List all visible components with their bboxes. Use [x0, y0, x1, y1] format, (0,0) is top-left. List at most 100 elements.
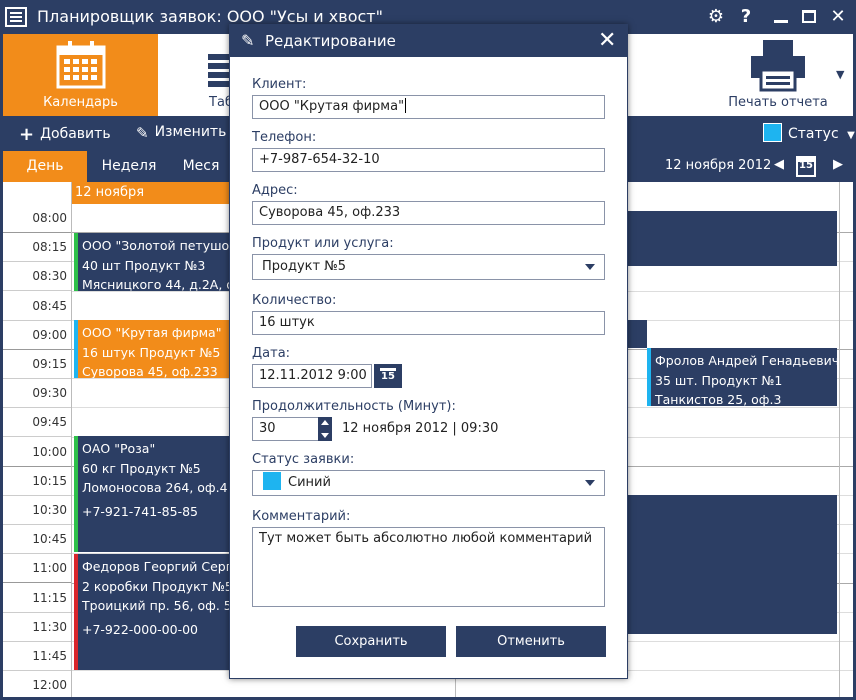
minimize-icon[interactable] — [769, 5, 793, 29]
close-icon[interactable]: ✕ — [598, 28, 616, 53]
time-slot-label: 09:30 — [3, 379, 71, 409]
ribbon-calendar-button[interactable]: Календарь — [3, 34, 158, 116]
date-field[interactable]: 12.11.2012 9:00 — [252, 364, 372, 388]
appointment-accent-bar — [74, 233, 78, 291]
time-slot-label: 08:15 — [3, 233, 71, 263]
appointment-block[interactable] — [627, 211, 837, 266]
appointment-line: +7-922-000-00-00 — [82, 621, 198, 637]
quantity-label: Количество: — [252, 293, 337, 308]
appointment-card[interactable]: Фролов Андрей Генадьевич 35 шт. Продукт … — [647, 348, 837, 406]
quantity-field[interactable]: 16 штук — [252, 311, 605, 335]
add-button[interactable]: + Добавить — [19, 124, 111, 145]
appointment-card[interactable]: Федоров Георгий Сергее 2 коробки Продукт… — [74, 554, 232, 670]
client-label: Клиент: — [252, 77, 307, 92]
appointment-line: ОАО "Роза" — [82, 441, 156, 456]
column-divider — [839, 182, 840, 697]
duration-stepper[interactable] — [318, 417, 332, 441]
time-slot-label: 08:45 — [3, 292, 71, 321]
appointment-card[interactable]: ОАО "Роза" 60 кг Продукт №5 Ломоносова 2… — [74, 436, 232, 552]
tab-month[interactable]: Меся — [171, 151, 231, 182]
appointment-line: 16 штук Продукт №5 — [82, 344, 221, 360]
appointment-line: Мясницкого 44, д.2А, оф — [82, 277, 232, 291]
maximize-icon[interactable] — [797, 5, 821, 29]
time-slot-label: 08:30 — [3, 262, 71, 292]
time-slot-label: 12:00 — [3, 671, 71, 697]
appointment-line: ООО "Золотой петушок" — [82, 238, 232, 253]
appointment-line: 60 кг Продукт №5 — [82, 460, 201, 476]
product-label: Продукт или услуга: — [252, 236, 394, 251]
tab-day[interactable]: День — [3, 151, 87, 182]
time-slot-label: 09:15 — [3, 350, 71, 379]
time-slot-label: 08:00 — [3, 204, 71, 233]
client-field[interactable]: ООО "Крутая фирма" — [252, 95, 605, 119]
text-caret — [405, 98, 407, 113]
appointment-line: 40 шт Продукт №3 — [82, 257, 206, 273]
appointment-line: Ломоносова 264, оф.4 — [82, 480, 228, 495]
ribbon-calendar-label: Календарь — [43, 95, 118, 110]
calendar-icon — [56, 41, 106, 89]
duration-summary: 12 ноября 2012 | 09:30 — [342, 421, 499, 436]
date-picker-icon[interactable]: 15 — [796, 156, 816, 177]
chevron-down-icon: ▼ — [847, 130, 855, 141]
status-select[interactable]: Синий — [252, 470, 605, 496]
product-select[interactable]: Продукт №5 — [252, 254, 605, 280]
status-value: Синий — [288, 475, 331, 490]
appointment-line: Суворова 45, оф.233 — [82, 364, 218, 378]
chevron-down-icon — [585, 264, 595, 270]
client-value: ООО "Крутая фирма" — [259, 99, 405, 114]
time-slot-label: 10:00 — [3, 438, 71, 467]
edit-label: Изменить — [154, 124, 227, 140]
phone-label: Телефон: — [252, 130, 317, 145]
next-arrow-icon[interactable]: ▶ — [833, 157, 843, 172]
prev-arrow-icon[interactable]: ◀ — [774, 157, 784, 172]
appointment-line: +7-921-741-85-85 — [82, 503, 198, 519]
save-button[interactable]: Сохранить — [296, 626, 446, 657]
calendar-picker-day: 15 — [381, 371, 395, 382]
duration-label: Продолжительность (Минут): — [252, 399, 456, 414]
plus-icon: + — [19, 124, 35, 145]
appointment-block[interactable] — [627, 495, 837, 634]
appointment-block[interactable] — [627, 320, 647, 348]
appointment-accent-bar — [74, 554, 78, 670]
appointment-accent-bar — [74, 436, 78, 552]
status-label: Статус — [788, 126, 839, 142]
stepper-down-icon[interactable] — [321, 433, 329, 438]
pencil-icon: ✎ — [136, 124, 149, 142]
appointment-card[interactable]: ООО "Золотой петушок" 40 шт Продукт №3 М… — [74, 233, 232, 291]
phone-field[interactable]: +7-987-654-32-10 — [252, 148, 605, 172]
time-slot-label: 11:30 — [3, 613, 71, 642]
tab-week[interactable]: Неделя — [87, 151, 171, 182]
time-slot-label: 11:45 — [3, 642, 71, 671]
time-slot-label: 09:00 — [3, 321, 71, 350]
time-slot-label: 10:15 — [3, 467, 71, 496]
appointment-line: ООО "Крутая фирма" — [82, 325, 222, 340]
ribbon-print-label: Печать отчета — [728, 95, 828, 110]
appointment-accent-bar — [647, 348, 651, 406]
table-icon — [208, 54, 230, 87]
status-dropdown[interactable]: Статус ▼ — [763, 123, 855, 142]
comment-textarea[interactable]: Тут может быть абсолютно любой комментар… — [252, 527, 605, 607]
status-label: Статус заявки: — [252, 452, 355, 467]
app-logo-icon — [5, 7, 27, 27]
stepper-up-icon[interactable] — [321, 420, 329, 425]
current-date: 12 ноября 2012 — [665, 158, 772, 173]
cancel-button[interactable]: Отменить — [456, 626, 606, 657]
time-slot-label: 09:45 — [3, 408, 71, 438]
gear-icon[interactable]: ⚙ — [704, 5, 728, 29]
help-button[interactable]: ? — [734, 5, 758, 29]
ribbon-expand-icon[interactable]: ▼ — [836, 68, 844, 81]
appointment-line: Федоров Георгий Сергее — [82, 559, 232, 574]
close-window-icon[interactable]: ✕ — [826, 5, 850, 29]
time-column-divider — [71, 182, 72, 697]
edit-dialog: ✎ Редактирование ✕ Клиент: ООО "Крутая ф… — [229, 24, 628, 679]
appointment-line: 35 шт. Продукт №1 — [655, 372, 783, 388]
time-slot-label: 11:00 — [3, 554, 71, 584]
edit-button[interactable]: ✎ Изменить — [136, 124, 226, 142]
appointment-line: 2 коробки Продукт №5 — [82, 578, 232, 594]
calendar-picker-button[interactable]: 15 — [374, 364, 402, 388]
time-slot-label: 10:30 — [3, 496, 71, 525]
address-field[interactable]: Суворова 45, оф.233 — [252, 201, 605, 225]
status-color-swatch — [763, 123, 782, 142]
ribbon-print-button[interactable]: Печать отчета — [723, 34, 833, 116]
appointment-card[interactable]: ООО "Крутая фирма" 16 штук Продукт №5 Су… — [74, 320, 232, 378]
